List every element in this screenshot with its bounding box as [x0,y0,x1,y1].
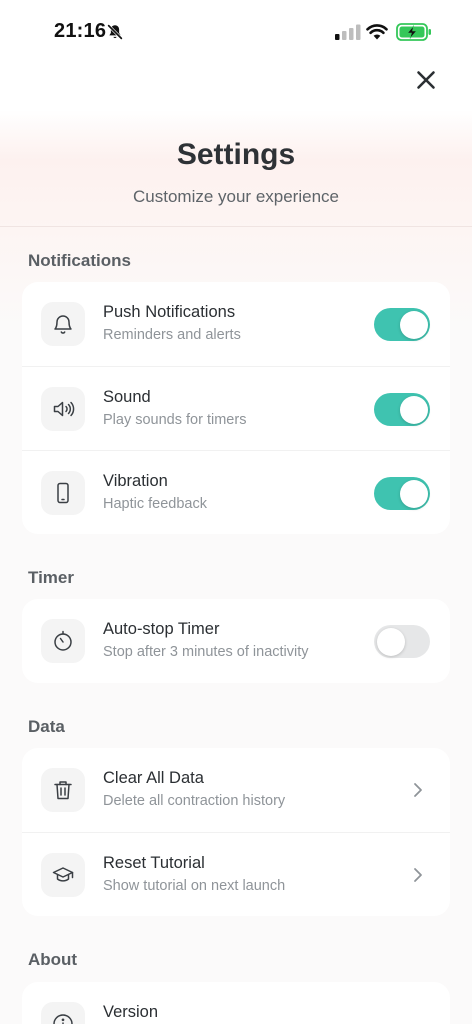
row-subtitle: Haptic feedback [103,496,207,512]
row-title: Vibration [103,472,168,490]
setting-row-reset-tutorial[interactable]: Reset Tutorial Show tutorial on next lau… [22,832,450,916]
setting-row-version: Version [22,982,450,1024]
close-icon [417,71,435,89]
page-subtitle: Customize your experience [133,187,339,206]
row-title: Sound [103,388,151,406]
row-title: Push Notifications [103,303,236,321]
toggle-knob [399,479,428,508]
battery-charging-icon [396,23,431,41]
chevron-right-icon [414,868,422,882]
chevron-right-icon [414,783,422,797]
page-title: Settings [176,138,296,171]
setting-row-clear-all-data[interactable]: Clear All Data Delete all contraction hi… [22,748,450,832]
toggle-knob [399,310,428,339]
toggle-knob [399,395,428,424]
setting-row-auto-stop-timer: Auto-stop Timer Stop after 3 minutes of … [22,599,450,683]
header-divider [0,226,472,227]
section-label-notifications: Notifications [28,251,131,270]
data-card: Clear All Data Delete all contraction hi… [22,748,450,916]
settings-screen: 21:16 Settings Customize your experience… [0,0,472,1024]
row-title: Auto-stop Timer [103,620,220,638]
vibration-toggle[interactable] [374,477,430,510]
about-card: Version [22,982,450,1024]
notifications-card: Push Notifications Reminders and alerts … [22,282,450,534]
section-label-about: About [28,950,78,969]
status-bar: 21:16 [0,0,472,64]
setting-row-sound: Sound Play sounds for timers [22,366,450,450]
close-button[interactable] [410,64,442,96]
row-title: Clear All Data [103,769,204,787]
section-label-timer: Timer [28,568,74,587]
status-time: 21:16 [54,20,107,42]
setting-row-push-notifications: Push Notifications Reminders and alerts [22,282,450,366]
cellular-signal-icon [335,24,361,40]
row-subtitle: Reminders and alerts [103,327,241,343]
phone-icon [41,471,85,515]
trash-icon [41,768,85,812]
info-icon [41,1002,85,1024]
timer-icon [41,619,85,663]
auto-stop-timer-toggle[interactable] [374,625,430,658]
row-subtitle: Delete all contraction history [103,793,286,809]
push-notifications-toggle[interactable] [374,308,430,341]
toggle-knob [376,627,405,656]
settings-header: Settings Customize your experience [0,138,472,207]
wifi-icon [366,24,388,40]
bell-off-icon [107,24,123,40]
section-label-data: Data [28,717,65,736]
timer-card: Auto-stop Timer Stop after 3 minutes of … [22,599,450,683]
bell-icon [41,302,85,346]
row-subtitle: Play sounds for timers [103,412,247,428]
row-subtitle: Stop after 3 minutes of inactivity [103,644,309,660]
row-title: Version [103,1003,159,1021]
row-title: Reset Tutorial [103,854,205,872]
sound-toggle[interactable] [374,393,430,426]
row-subtitle: Show tutorial on next launch [103,878,286,894]
graduation-cap-icon [41,853,85,897]
speaker-icon [41,387,85,431]
setting-row-vibration: Vibration Haptic feedback [22,450,450,534]
